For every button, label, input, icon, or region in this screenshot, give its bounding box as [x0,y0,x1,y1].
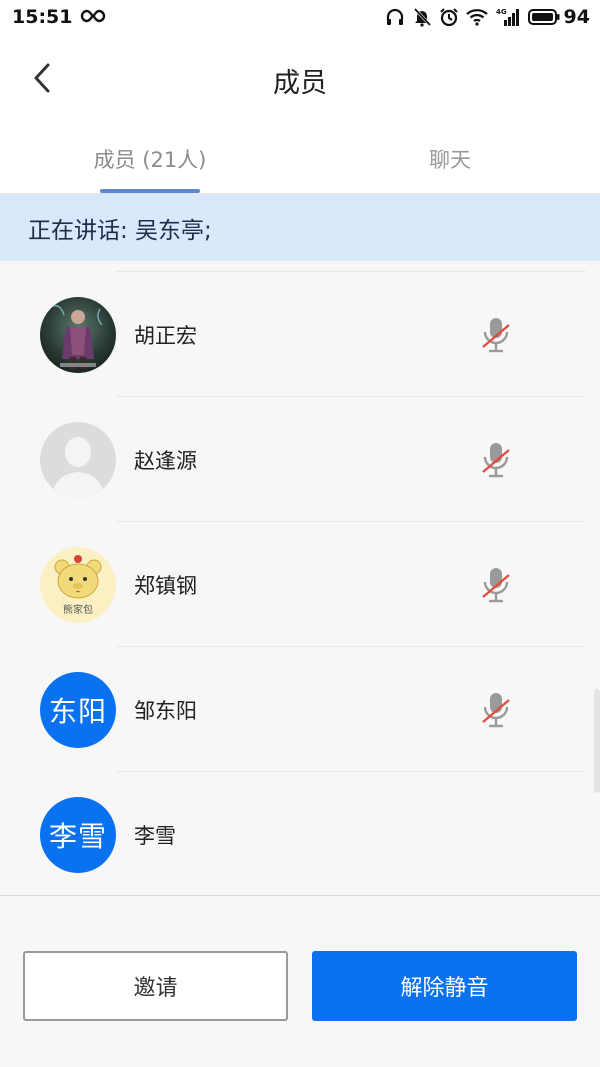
header: 成员 [0,34,600,126]
member-row[interactable]: 胡正宏 [0,272,600,397]
avatar[interactable] [40,421,116,498]
invite-button[interactable]: 邀请 [23,951,288,1021]
speaking-text: 正在讲话: 吴东亭; [28,217,212,244]
avatar[interactable]: 熊家包 [40,546,116,623]
tab-chat[interactable]: 聊天 [300,126,600,193]
mic-muted-icon[interactable] [480,691,512,729]
avatar-caption: 熊家包 [63,603,93,616]
page-title: 成员 [273,67,327,99]
headphones-icon [385,7,405,27]
default-person-icon [40,421,116,498]
battery-level: 94 [563,6,590,28]
member-name: 赵逢源 [134,448,197,473]
mic-muted-icon[interactable] [480,566,512,604]
tab-members[interactable]: 成员 (21人) [0,126,300,193]
member-name: 邹东阳 [134,698,197,723]
battery-icon [527,8,560,26]
bell-off-icon [412,7,432,27]
battery: 94 [527,6,590,28]
member-name: 李雪 [134,823,176,848]
member-name: 郑镇钢 [134,573,197,598]
tab-bar: 成员 (21人) 聊天 [0,126,600,194]
tab-active-indicator [100,189,200,193]
member-name: 胡正宏 [134,323,197,348]
mic-muted-icon[interactable] [480,316,512,354]
scrollbar[interactable] [594,689,600,793]
back-button[interactable] [22,60,62,100]
unmute-button[interactable]: 解除静音 [312,951,577,1021]
member-list[interactable]: 胡正宏 赵逢源 熊家包 郑镇钢 东阳 邹东阳 李雪 李雪 [0,261,600,895]
avatar[interactable]: 东阳 [40,671,116,748]
chevron-left-icon [32,62,52,98]
tab-chat-label: 聊天 [429,147,471,172]
cellular-signal-icon: 4G [495,7,521,27]
avatar[interactable]: 李雪 [40,796,116,873]
member-row[interactable]: 赵逢源 [0,397,600,522]
svg-text:4G: 4G [496,8,507,16]
speaking-banner: 正在讲话: 吴东亭; [0,194,600,261]
member-row[interactable]: 东阳 邹东阳 [0,647,600,772]
infinity-icon [80,6,106,28]
member-row[interactable]: 李雪 李雪 [0,772,600,895]
status-time: 15:51 [12,6,73,28]
cartoon-bear-icon: 熊家包 [40,546,116,623]
member-row[interactable]: 熊家包 郑镇钢 [0,522,600,647]
avatar[interactable] [40,296,116,373]
status-bar: 15:51 4G 94 [0,0,600,34]
bottom-action-bar: 邀请 解除静音 [0,895,600,1067]
mic-muted-icon[interactable] [480,441,512,479]
wifi-icon [465,8,488,26]
avatar-photo-icon [40,296,116,373]
status-right: 4G 94 [385,6,590,28]
status-left: 15:51 [12,6,106,28]
alarm-icon [439,7,459,27]
tab-members-label: 成员 (21人) [93,147,207,172]
